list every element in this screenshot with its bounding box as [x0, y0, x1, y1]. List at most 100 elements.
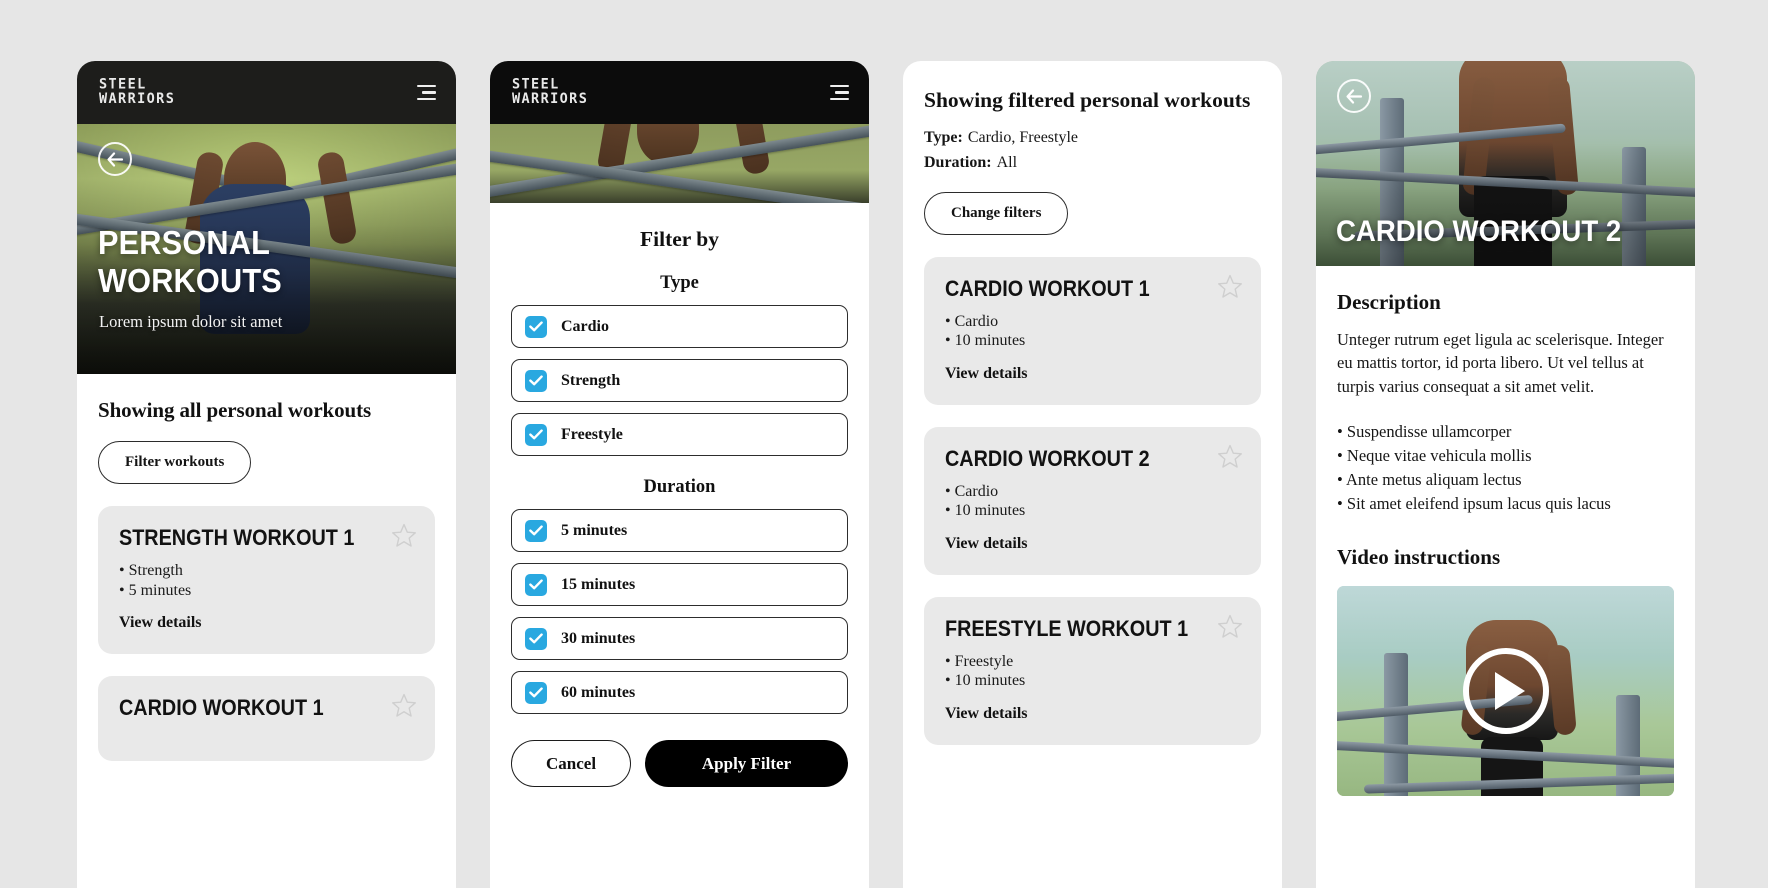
video-instructions-heading: Video instructions: [1337, 545, 1501, 570]
favorite-star-icon[interactable]: [391, 693, 417, 718]
description-text: Unteger rutrum eget ligula ac scelerisqu…: [1337, 330, 1664, 396]
panel-workout-detail: CARDIO WORKOUT 2 Description Unteger rut…: [1316, 61, 1695, 888]
back-button[interactable]: [98, 142, 132, 176]
panel3-content: Showing filtered personal workouts Type:…: [903, 61, 1282, 745]
logo-line-2: WARRIORS: [99, 90, 176, 108]
arrow-left-icon: [107, 151, 123, 167]
hero-title: PERSONAL WORKOUTS: [98, 224, 282, 299]
favorite-star-icon[interactable]: [391, 523, 417, 548]
page-title: Showing filtered personal workouts: [924, 88, 1251, 112]
view-details-link[interactable]: View details: [945, 365, 1028, 383]
workout-meta-item: • 5 minutes: [119, 581, 192, 599]
panel-filtered-results: Showing filtered personal workouts Type:…: [903, 61, 1282, 888]
logo-line-2: WARRIORS: [512, 90, 589, 108]
panel-filter-modal: STEEL WARRIORS Filter by Type Cardio Str…: [490, 61, 869, 888]
filter-duration-line: Duration: All: [924, 151, 1261, 175]
view-details-link[interactable]: View details: [945, 535, 1028, 553]
workout-card-title: STRENGTH WORKOUT 1: [119, 525, 355, 550]
description-heading: Description: [1337, 290, 1441, 314]
apply-filter-button[interactable]: Apply Filter: [645, 740, 848, 787]
workout-card-meta: • Freestyle • 10 minutes: [945, 652, 1240, 691]
checkbox-checked-icon: [525, 423, 547, 446]
checkbox-row-strength[interactable]: Strength: [511, 359, 848, 402]
checkbox-label: 5 minutes: [561, 521, 628, 539]
workout-meta-item: • Freestyle: [945, 652, 1014, 670]
favorite-star-icon[interactable]: [1217, 274, 1243, 299]
favorite-star-icon[interactable]: [1217, 444, 1243, 469]
workout-card-title: CARDIO WORKOUT 2: [945, 445, 1150, 471]
panel-personal-workouts: STEEL WARRIORS PERSONAL WORKOUTS Lorem i…: [77, 61, 456, 888]
page-title: Showing all personal workouts: [98, 398, 372, 422]
bullet-item: • Suspendisse ullamcorper: [1337, 422, 1512, 442]
app-bar: STEEL WARRIORS: [490, 61, 869, 124]
workout-meta-item: • 10 minutes: [945, 332, 1026, 350]
workout-card-meta: • Cardio • 10 minutes: [945, 312, 1240, 351]
workout-meta-item: • 10 minutes: [945, 672, 1026, 690]
checkbox-checked-icon: [525, 519, 547, 542]
hamburger-menu-icon[interactable]: [830, 84, 849, 101]
workout-card[interactable]: CARDIO WORKOUT 1 • Cardio • 10 minutes V…: [924, 256, 1261, 405]
modal-title: Filter by: [639, 227, 720, 251]
filter-type-value: Cardio, Freestyle: [967, 129, 1079, 147]
checkbox-checked-icon: [525, 573, 547, 596]
checkbox-checked-icon: [525, 315, 547, 338]
app-bar: STEEL WARRIORS: [77, 61, 456, 124]
detail-body: Description Unteger rutrum eget ligula a…: [1316, 266, 1695, 797]
filter-modal: Filter by Type Cardio Strength Freestyle: [490, 203, 869, 888]
view-details-link[interactable]: View details: [945, 705, 1028, 723]
bullet-item: • Neque vitae vehicula mollis: [1337, 446, 1532, 466]
checkbox-row-5-minutes[interactable]: 5 minutes: [511, 509, 848, 552]
view-details-link[interactable]: View details: [119, 614, 202, 632]
workout-card[interactable]: CARDIO WORKOUT 2 • Cardio • 10 minutes V…: [924, 426, 1261, 575]
checkbox-row-freestyle[interactable]: Freestyle: [511, 413, 848, 456]
checkbox-row-30-minutes[interactable]: 30 minutes: [511, 617, 848, 660]
checkbox-row-15-minutes[interactable]: 15 minutes: [511, 563, 848, 606]
checkbox-label: 60 minutes: [561, 683, 636, 701]
steel-warriors-logo[interactable]: STEEL WARRIORS: [512, 77, 589, 108]
bullet-item: • Ante metus aliquam lectus: [1337, 469, 1522, 489]
filter-workouts-button[interactable]: Filter workouts: [98, 441, 252, 484]
hero-banner-cropped: [490, 124, 869, 208]
steel-warriors-logo[interactable]: STEEL WARRIORS: [99, 77, 176, 108]
favorite-star-icon[interactable]: [1217, 614, 1243, 639]
detail-title: CARDIO WORKOUT 2: [1336, 215, 1622, 248]
filter-type-label: Type:: [924, 129, 963, 147]
workout-card-meta: • Cardio • 10 minutes: [945, 482, 1240, 521]
cancel-button[interactable]: Cancel: [511, 740, 632, 787]
checkbox-row-cardio[interactable]: Cardio: [511, 305, 848, 348]
checkbox-label: Freestyle: [561, 425, 623, 443]
filter-group-label-type: Type: [660, 273, 699, 293]
play-triangle-icon: [1494, 672, 1525, 711]
active-filters: Type: Cardio, Freestyle Duration: All: [924, 126, 1261, 175]
filter-duration-value: All: [996, 153, 1018, 171]
detail-hero-banner: CARDIO WORKOUT 2: [1316, 61, 1695, 266]
workout-meta-item: • Strength: [119, 562, 183, 579]
filter-type-line: Type: Cardio, Freestyle: [924, 126, 1261, 150]
change-filters-button[interactable]: Change filters: [924, 191, 1069, 235]
checkbox-label: Cardio: [561, 317, 609, 335]
workout-card-title: CARDIO WORKOUT 1: [119, 695, 324, 721]
checkbox-checked-icon: [525, 369, 547, 392]
workout-card-meta: • Strength • 5 minutes: [119, 561, 414, 600]
workout-card-title: CARDIO WORKOUT 1: [945, 275, 1150, 301]
panel1-content: Showing all personal workouts Filter wor…: [77, 374, 456, 762]
checkbox-label: Strength: [561, 371, 621, 389]
workout-card[interactable]: CARDIO WORKOUT 1: [98, 676, 435, 762]
workout-card[interactable]: STRENGTH WORKOUT 1 • Strength • 5 minute…: [98, 506, 435, 655]
checkbox-label: 30 minutes: [561, 629, 636, 647]
filter-duration-label: Duration:: [924, 153, 992, 171]
back-button[interactable]: [1337, 79, 1371, 113]
arrow-left-icon: [1346, 88, 1362, 104]
workout-meta-item: • 10 minutes: [945, 502, 1026, 520]
workout-card-title: FREESTYLE WORKOUT 1: [945, 615, 1189, 641]
play-button[interactable]: [1462, 648, 1549, 735]
checkbox-row-60-minutes[interactable]: 60 minutes: [511, 671, 848, 714]
workout-meta-item: • Cardio: [945, 312, 999, 330]
hamburger-menu-icon[interactable]: [417, 84, 436, 101]
hero-photo: [490, 124, 869, 208]
video-player[interactable]: [1337, 586, 1674, 797]
bullet-item: • Sit amet eleifend ipsum lacus quis lac…: [1337, 493, 1611, 513]
workout-meta-item: • Cardio: [945, 482, 999, 500]
checkbox-label: 15 minutes: [561, 575, 636, 593]
workout-card[interactable]: FREESTYLE WORKOUT 1 • Freestyle • 10 min…: [924, 596, 1261, 745]
